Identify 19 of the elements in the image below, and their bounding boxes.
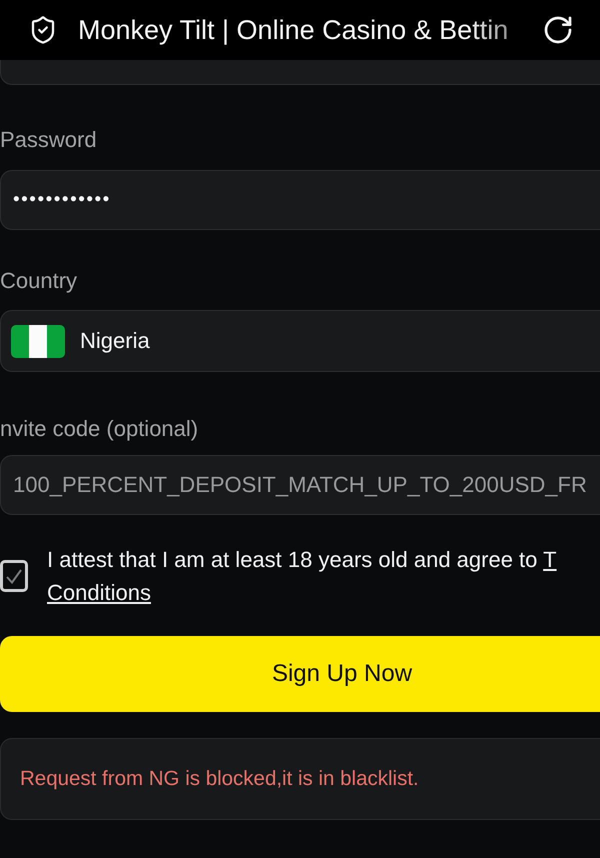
field-label: Password (0, 127, 97, 153)
field-label: nvite code (optional) (0, 416, 198, 442)
password-dots: •••••••••••• (12, 189, 111, 211)
error-message: Request from NG is blocked,it is in blacklist. (20, 767, 419, 791)
input-field[interactable] (0, 60, 600, 85)
field-label: Country (0, 268, 78, 294)
country-name: Nigeria (79, 328, 150, 354)
check-icon (6, 568, 22, 584)
field-value: 100_PERCENT_DEPOSIT_MATCH_UP_TO_200USD_FR (12, 472, 587, 498)
checkbox[interactable] (0, 560, 28, 592)
reload-icon[interactable] (542, 14, 574, 46)
terms-link[interactable]: Conditions (47, 580, 151, 605)
country-select[interactable]: Nigeria (0, 310, 600, 372)
password-field[interactable]: •••••••••••• (0, 170, 600, 230)
page-title: Monkey Tilt | Online Casino & Bettin (78, 14, 510, 46)
flag-icon (11, 324, 65, 358)
agreement-text: I attest that I am at least 18 years old and agree to T (47, 546, 557, 574)
sign-up-button[interactable]: Sign Up Now (0, 636, 600, 712)
terms-link[interactable]: T (543, 547, 557, 572)
